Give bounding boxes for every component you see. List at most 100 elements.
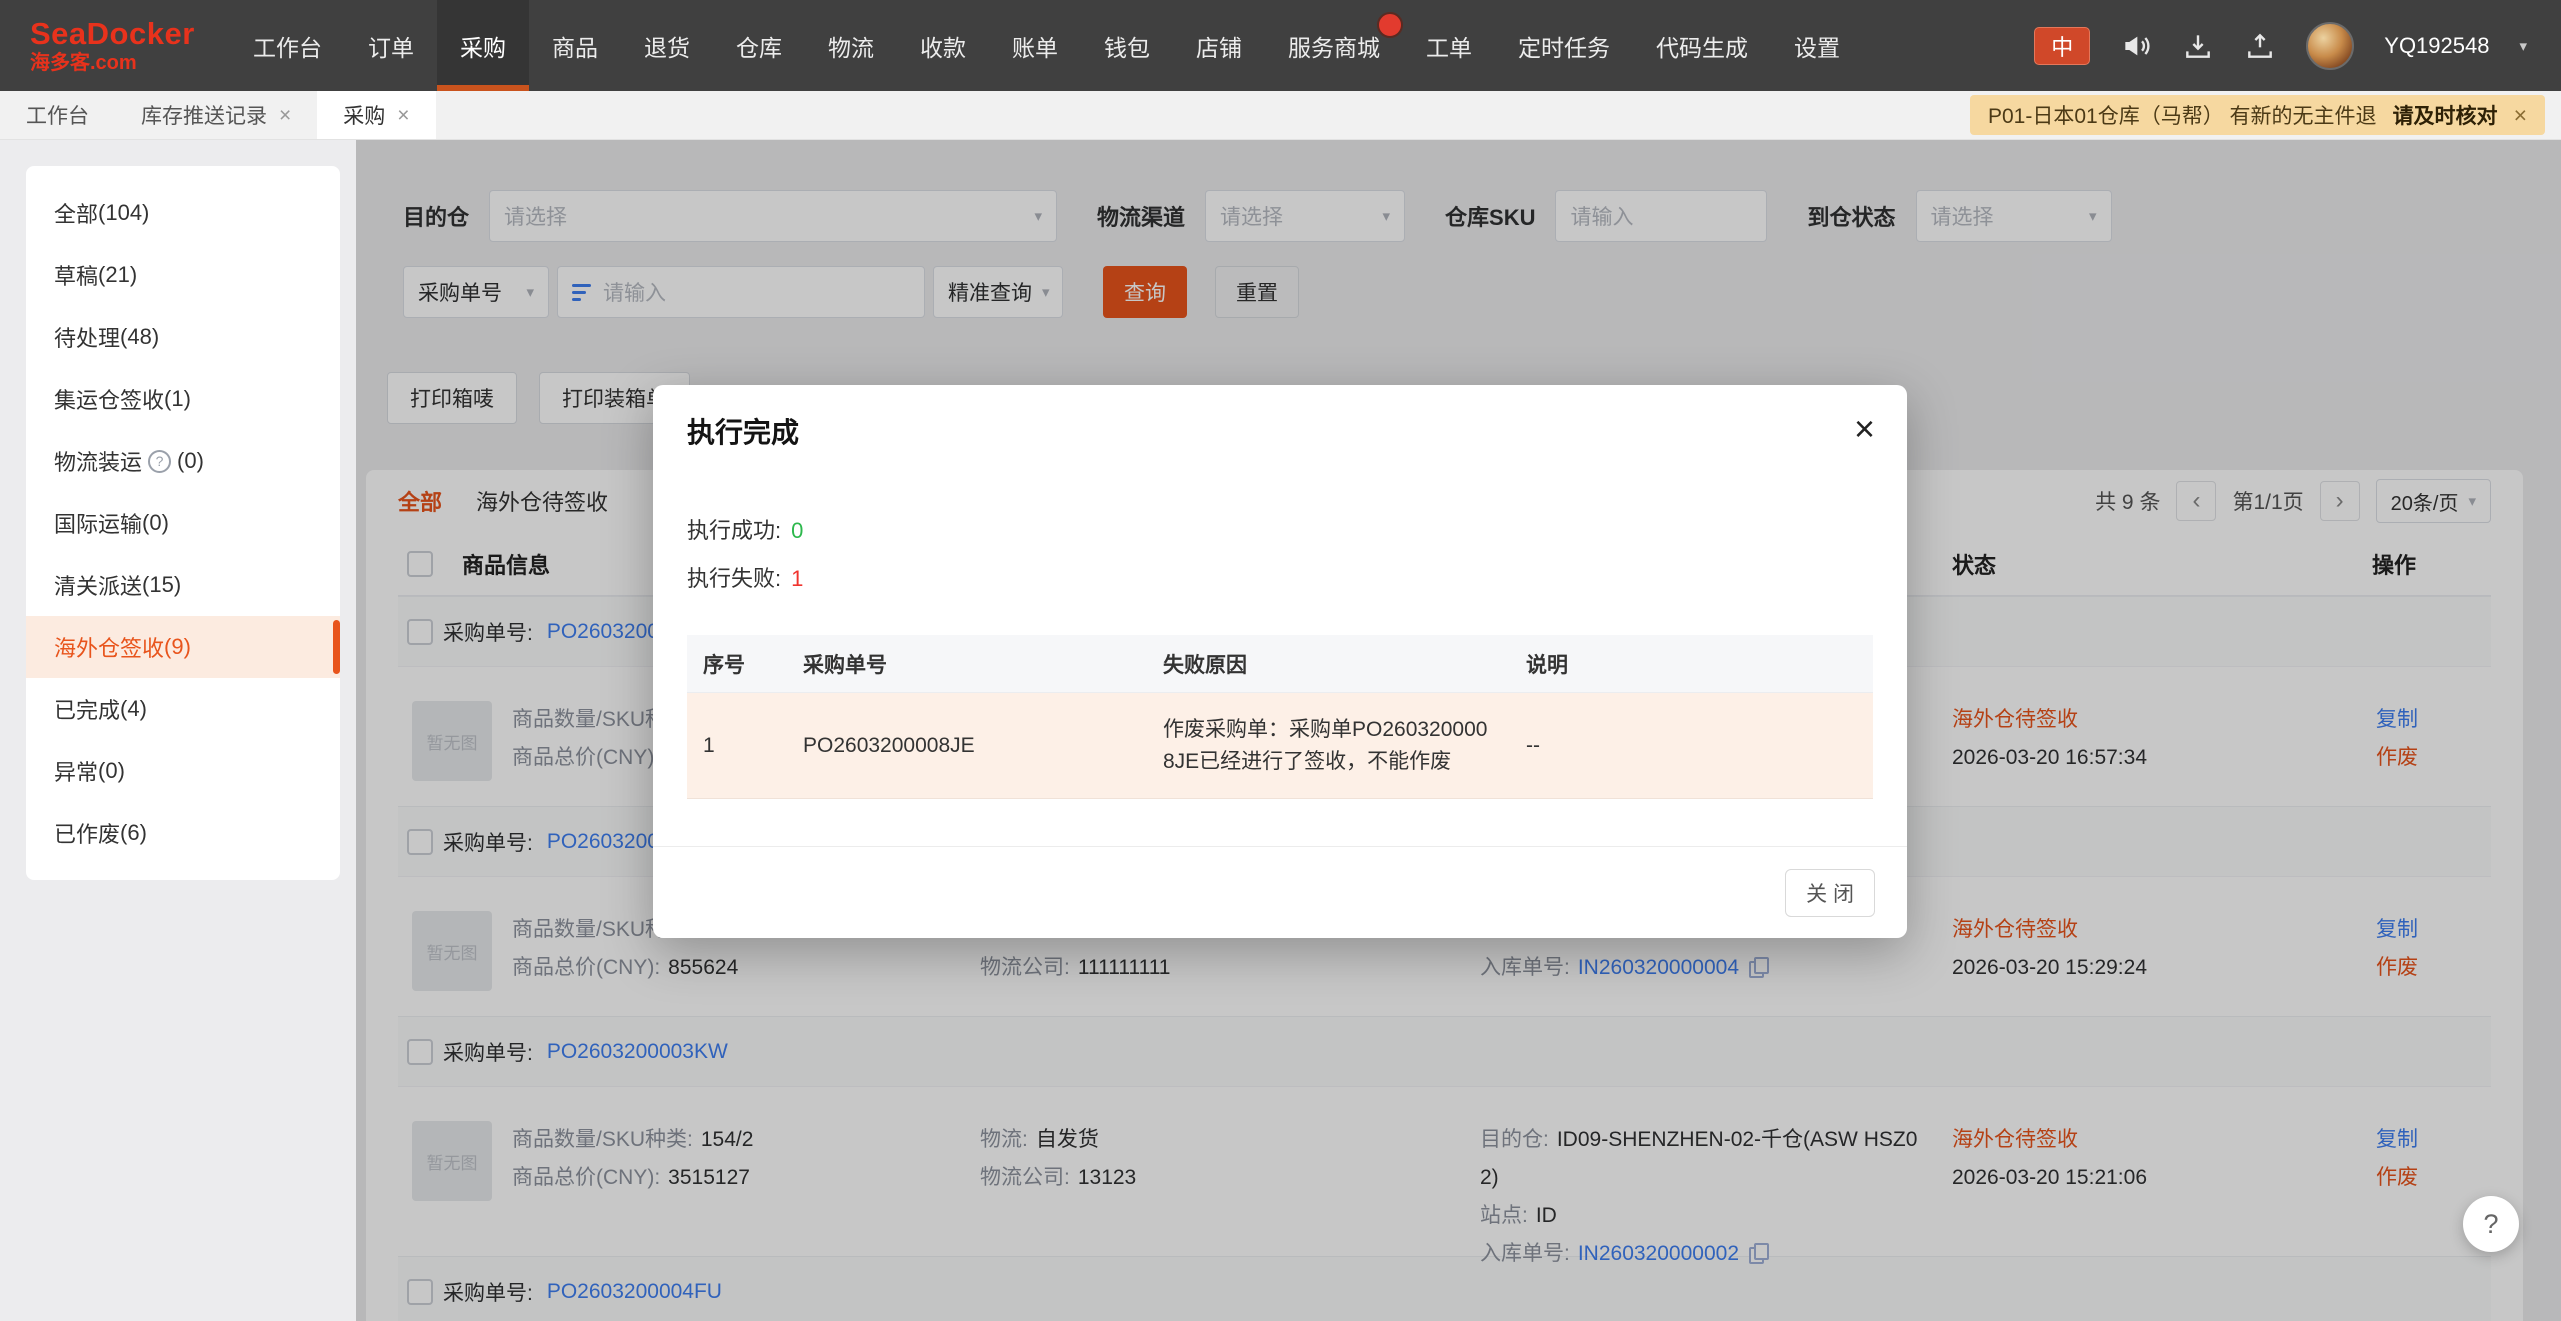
nav-item-orders[interactable]: 订单	[345, 0, 437, 91]
sidebar-item-international-transport[interactable]: 国际运输(0)	[26, 492, 340, 554]
app-root: SeaDocker 海多客.com 工作台 订单 采购 商品 退货 仓库 物流 …	[0, 0, 2561, 1321]
dialog-footer: 关 闭	[653, 846, 1907, 938]
nav-item-products[interactable]: 商品	[529, 0, 621, 91]
sidebar-item-label: 待处理	[54, 321, 120, 353]
execution-stats: 执行成功: 0 执行失败: 1	[653, 507, 1907, 603]
import-icon[interactable]	[2182, 30, 2214, 62]
nav-item-collections[interactable]: 收款	[897, 0, 989, 91]
user-menu-caret-icon[interactable]: ▾	[2519, 37, 2527, 55]
nav-item-workbench[interactable]: 工作台	[230, 0, 345, 91]
success-label: 执行成功:	[687, 518, 781, 543]
nav-item-procurement[interactable]: 采购	[437, 0, 529, 91]
top-navbar: SeaDocker 海多客.com 工作台 订单 采购 商品 退货 仓库 物流 …	[0, 0, 2561, 91]
failure-col-reason: 失败原因	[1147, 635, 1510, 693]
sidebar-item-count: (104)	[98, 200, 149, 226]
question-circle-icon[interactable]: ?	[148, 450, 171, 473]
language-button[interactable]: 中	[2034, 27, 2090, 65]
fail-label: 执行失败:	[687, 566, 781, 591]
brand-logo[interactable]: SeaDocker 海多客.com	[0, 17, 230, 73]
announcement-icon[interactable]	[2120, 30, 2152, 62]
sidebar-item-count: (1)	[164, 386, 191, 412]
sidebar-item-logistics-shipping[interactable]: 物流装运? (0)	[26, 430, 340, 492]
sidebar-item-count: (9)	[164, 634, 191, 660]
sidebar-item-voided[interactable]: 已作废(6)	[26, 802, 340, 864]
failure-row-note: --	[1510, 693, 1873, 799]
notice-action-link[interactable]: 请及时核对	[2393, 100, 2498, 130]
brand-name: SeaDocker	[30, 17, 230, 51]
sidebar-item-label: 集运仓签收	[54, 383, 164, 415]
sidebar-item-consolidation-receive[interactable]: 集运仓签收(1)	[26, 368, 340, 430]
sidebar-item-customs-delivery[interactable]: 清关派送(15)	[26, 554, 340, 616]
sidebar-item-label: 异常	[54, 755, 98, 787]
sidebar-item-label: 清关派送	[54, 569, 142, 601]
sidebar-item-pending[interactable]: 待处理(48)	[26, 306, 340, 368]
main-nav: 工作台 订单 采购 商品 退货 仓库 物流 收款 账单 钱包 店铺 服务商城 工…	[230, 0, 1863, 91]
status-sidebar: 全部(104) 草稿(21) 待处理(48) 集运仓签收(1) 物流装运? (0)…	[26, 166, 340, 880]
sidebar-item-count: (0)	[142, 510, 169, 536]
failure-row-reason: 作废采购单：采购单PO2603200008JE已经进行了签收，不能作废	[1147, 693, 1510, 799]
close-icon[interactable]: ×	[397, 105, 409, 126]
failure-table: 序号 采购单号 失败原因 说明 1 PO2603200008JE 作废采购单：采…	[687, 635, 1873, 799]
username[interactable]: YQ192548	[2384, 33, 2489, 59]
sidebar-item-count: (0)	[98, 758, 125, 784]
page-tab-label: 采购	[343, 100, 385, 130]
success-count: 0	[791, 518, 803, 543]
failure-row-po: PO2603200008JE	[787, 693, 1147, 799]
notice-close-icon[interactable]: ×	[2514, 102, 2527, 129]
help-button[interactable]: ?	[2463, 1196, 2519, 1252]
failure-col-index: 序号	[687, 635, 787, 693]
sidebar-item-abnormal[interactable]: 异常(0)	[26, 740, 340, 802]
dialog-title: 执行完成	[653, 385, 1907, 451]
nav-item-returns[interactable]: 退货	[621, 0, 713, 91]
close-icon[interactable]: ×	[279, 105, 291, 126]
sidebar-item-label: 草稿	[54, 259, 98, 291]
nav-item-wallet[interactable]: 钱包	[1081, 0, 1173, 91]
warehouse-notice-banner: P01-日本01仓库（马帮） 有新的无主件退 请及时核对 ×	[1970, 95, 2545, 135]
sidebar-item-label: 全部	[54, 197, 98, 229]
sidebar-item-completed[interactable]: 已完成(4)	[26, 678, 340, 740]
sidebar-item-all[interactable]: 全部(104)	[26, 182, 340, 244]
notice-text: P01-日本01仓库（马帮） 有新的无主件退	[1988, 100, 2377, 130]
failure-col-note: 说明	[1510, 635, 1873, 693]
sidebar-item-count: (21)	[98, 262, 137, 288]
page-tab-procurement[interactable]: 采购 ×	[317, 91, 435, 139]
sidebar-item-count: (15)	[142, 572, 181, 598]
nav-item-warehouse[interactable]: 仓库	[713, 0, 805, 91]
nav-item-label: 服务商城	[1288, 29, 1380, 63]
page-tab-label: 工作台	[26, 100, 89, 130]
sidebar-item-label: 已完成	[54, 693, 120, 725]
sidebar-item-count: (0)	[177, 448, 204, 474]
export-icon[interactable]	[2244, 30, 2276, 62]
failure-col-po: 采购单号	[787, 635, 1147, 693]
failure-row-index: 1	[687, 693, 787, 799]
dialog-close-icon[interactable]: ×	[1854, 411, 1875, 447]
topbar-actions: 中 YQ192548 ▾	[2034, 22, 2561, 70]
nav-item-settings[interactable]: 设置	[1771, 0, 1863, 91]
brand-domain: 海多客.com	[30, 52, 230, 74]
execution-result-dialog: 执行完成 × 执行成功: 0 执行失败: 1 序号 采购单号 失败原因 说明 1 P…	[653, 385, 1907, 938]
nav-item-bills[interactable]: 账单	[989, 0, 1081, 91]
nav-item-tickets[interactable]: 工单	[1403, 0, 1495, 91]
dialog-close-button[interactable]: 关 闭	[1785, 869, 1875, 917]
sidebar-item-count: (4)	[120, 696, 147, 722]
sidebar-item-label: 海外仓签收	[54, 631, 164, 663]
nav-item-service-mall[interactable]: 服务商城	[1265, 0, 1403, 91]
sidebar-item-count: (48)	[120, 324, 159, 350]
fail-count: 1	[791, 566, 803, 591]
sidebar-item-draft[interactable]: 草稿(21)	[26, 244, 340, 306]
sidebar-item-count: (6)	[120, 820, 147, 846]
nav-item-logistics[interactable]: 物流	[805, 0, 897, 91]
page-tab-inventory-push-log[interactable]: 库存推送记录 ×	[115, 91, 317, 139]
nav-item-code-generation[interactable]: 代码生成	[1633, 0, 1771, 91]
sidebar-item-label: 物流装运	[54, 445, 142, 477]
nav-item-scheduled-tasks[interactable]: 定时任务	[1495, 0, 1633, 91]
promo-badge	[1377, 12, 1403, 38]
page-tab-workbench[interactable]: 工作台	[0, 91, 115, 139]
page-tab-label: 库存推送记录	[141, 100, 267, 130]
page-tabs-bar: 工作台 库存推送记录 × 采购 × P01-日本01仓库（马帮） 有新的无主件退…	[0, 91, 2561, 140]
sidebar-item-label: 国际运输	[54, 507, 142, 539]
user-avatar[interactable]	[2306, 22, 2354, 70]
sidebar-item-overseas-receive[interactable]: 海外仓签收(9)	[26, 616, 340, 678]
sidebar-item-label: 已作废	[54, 817, 120, 849]
nav-item-stores[interactable]: 店铺	[1173, 0, 1265, 91]
